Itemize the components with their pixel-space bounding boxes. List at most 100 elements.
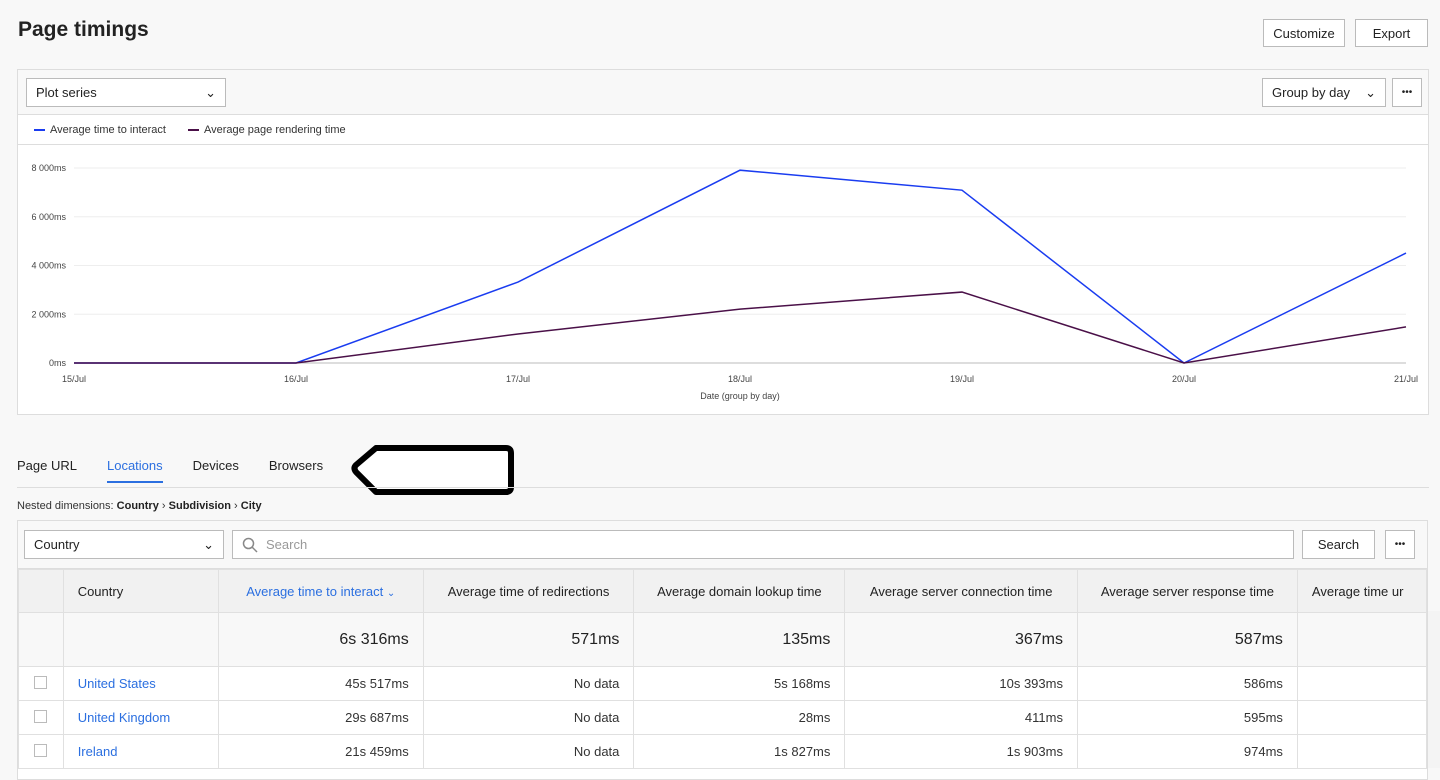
table-cell: 29s 687ms [217, 700, 424, 735]
legend-item[interactable]: Average page rendering time [187, 123, 346, 136]
x-tick-label: 20/Jul [1172, 374, 1196, 384]
table-cell: No data [422, 700, 635, 735]
search-icon [242, 537, 258, 553]
table-cell [1296, 734, 1427, 769]
table-cell [1296, 666, 1427, 701]
column-header-time-to-interact[interactable]: Average time to interact ⌄ [217, 569, 424, 613]
row-checkbox[interactable] [34, 743, 48, 757]
legend-swatch [34, 128, 45, 131]
chevron-down-icon: ⌄ [205, 84, 216, 100]
chart-legend: Average time to interact Average page re… [18, 115, 1428, 145]
chevron-down-icon: ⌄ [1365, 84, 1376, 100]
chart-panel: Plot series ⌄ Group by day ⌄ ••• Average… [17, 69, 1429, 415]
table-row: Ireland 21s 459ms No data 1s 827ms 1s 903ms 9… [18, 734, 1427, 769]
tab-browsers[interactable]: Browsers [269, 458, 323, 483]
legend-label: Average time to interact [50, 123, 166, 136]
nested-dimensions: Nested dimensions: Country › Subdivision… [17, 500, 262, 512]
tabs-divider [17, 487, 1429, 488]
plot-series-label: Plot series [36, 85, 97, 100]
table-cell: 5s 168ms [633, 666, 846, 701]
tab-devices[interactable]: Devices [193, 458, 239, 483]
summary-cell: 571ms [422, 612, 635, 667]
nested-prefix: Nested dimensions: [17, 500, 114, 512]
summary-cell: 135ms [633, 612, 846, 667]
y-tick-label: 2 000ms [31, 309, 66, 319]
x-tick-label: 16/Jul [284, 374, 308, 384]
table-cell: 1s 827ms [633, 734, 846, 769]
summary-cell: 367ms [844, 612, 1078, 667]
country-link[interactable]: United States [78, 676, 156, 691]
group-by-label: Group by day [1272, 85, 1351, 100]
summary-cell: 6s 316ms [217, 612, 424, 667]
x-tick-label: 19/Jul [950, 374, 974, 384]
x-tick-label: 17/Jul [506, 374, 530, 384]
dimension-tabs: Page URL Locations Devices Browsers [17, 458, 323, 483]
search-placeholder: Search [266, 537, 308, 552]
search-input[interactable]: Search [232, 530, 1294, 559]
country-link[interactable]: Ireland [78, 744, 118, 759]
y-tick-label: 0ms [49, 358, 67, 368]
group-by-select[interactable]: Group by day ⌄ [1262, 78, 1386, 107]
customize-button[interactable]: Customize [1263, 19, 1345, 47]
dimension-label: Country [34, 537, 80, 552]
column-header-time-until[interactable]: Average time ur [1296, 569, 1427, 613]
summary-row: 6s 316ms 571ms 135ms 367ms 587ms [18, 612, 1427, 667]
plot-series-select[interactable]: Plot series ⌄ [26, 78, 226, 107]
locations-table-panel: Country ⌄ Search Search ••• Country Aver… [17, 520, 1428, 780]
table-cell: 595ms [1076, 700, 1298, 735]
nested-city: City [240, 500, 262, 512]
column-header-domain-lookup[interactable]: Average domain lookup time [633, 569, 846, 613]
page-title: Page timings [18, 18, 149, 41]
nested-country: Country [116, 500, 159, 512]
tab-page-url[interactable]: Page URL [17, 458, 77, 483]
table-cell: 1s 903ms [844, 734, 1078, 769]
legend-item[interactable]: Average time to interact [34, 124, 166, 136]
table-cell: 411ms [844, 700, 1078, 735]
table-row: United Kingdom 29s 687ms No data 28ms 411ms 5… [18, 700, 1427, 735]
tab-locations[interactable]: Locations [106, 458, 163, 483]
column-header-country[interactable]: Country [62, 569, 219, 613]
row-checkbox[interactable] [34, 675, 48, 689]
table-row: United States 45s 517ms No data 5s 168ms 10s… [18, 666, 1427, 701]
table-more-button[interactable]: ••• [1385, 530, 1415, 559]
y-tick-label: 4 000ms [31, 261, 66, 271]
chart-more-button[interactable]: ••• [1392, 78, 1422, 107]
table-cell: No data [422, 734, 635, 769]
sort-desc-icon: ⌄ [386, 587, 396, 599]
y-tick-label: 6 000ms [31, 212, 66, 222]
nested-subdivision: Subdivision [168, 500, 231, 512]
column-header-server-response[interactable]: Average server response time [1076, 569, 1298, 613]
x-tick-label: 15/Jul [62, 374, 86, 384]
x-tick-label: 21/Jul [1394, 374, 1418, 384]
export-button[interactable]: Export [1355, 19, 1428, 47]
summary-cell [1296, 612, 1427, 667]
series-line [74, 169, 1407, 364]
table-cell: No data [422, 666, 635, 701]
table-cell: 586ms [1076, 666, 1298, 701]
row-checkbox[interactable] [34, 709, 48, 723]
chevron-down-icon: ⌄ [203, 536, 214, 552]
search-button[interactable]: Search [1302, 530, 1375, 559]
table-cell: 974ms [1076, 734, 1298, 769]
line-chart: 0ms 2 000ms 4 000ms 6 000ms 8 000ms 15/Jul 16/… [31, 163, 1418, 401]
table-cell: 28ms [633, 700, 846, 735]
table-scrollbar[interactable] [1428, 611, 1440, 768]
annotation-arrow-callout [351, 445, 514, 495]
x-axis-label: Date (group by day) [700, 391, 780, 401]
summary-cell: 587ms [1076, 612, 1298, 667]
table-cell: 45s 517ms [217, 666, 424, 701]
dimension-select[interactable]: Country ⌄ [24, 530, 224, 559]
column-header-redirections[interactable]: Average time of redirections [422, 569, 635, 613]
header-label: Average time to interact [246, 583, 384, 599]
sep: › [234, 500, 238, 512]
country-link[interactable]: United Kingdom [78, 710, 171, 725]
y-tick-label: 8 000ms [31, 163, 66, 173]
legend-label: Average page rendering time [203, 123, 346, 136]
locations-table: Country Average time to interact ⌄ Avera… [18, 569, 1427, 769]
table-cell [1296, 700, 1427, 735]
summary-cell [62, 612, 219, 667]
table-cell: 21s 459ms [217, 734, 424, 769]
column-header-server-connection[interactable]: Average server connection time [844, 569, 1078, 613]
summary-cell [18, 612, 64, 667]
table-cell: 10s 393ms [844, 666, 1078, 701]
